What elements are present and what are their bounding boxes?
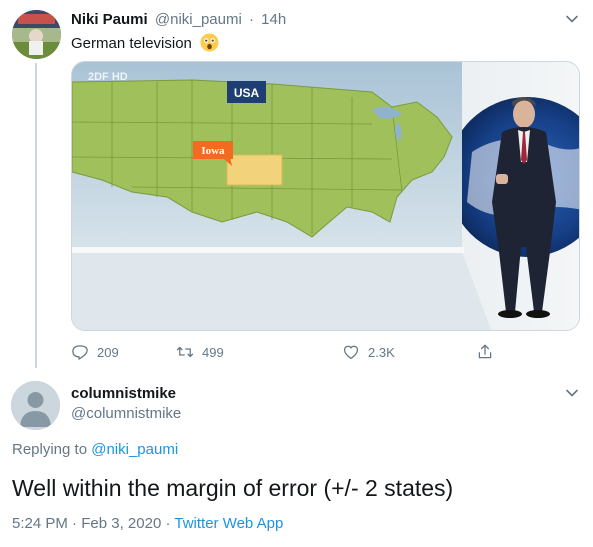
tweet-date[interactable]: Feb 3, 2020 xyxy=(81,515,161,532)
tweet-time[interactable]: 5:24 PM xyxy=(12,515,68,532)
tweet-text-content: German television xyxy=(71,35,192,52)
avatar-photo xyxy=(12,10,61,59)
tweet-metadata: 5:24 PM · Feb 3, 2020 · Twitter Web App xyxy=(12,515,283,532)
heart-icon xyxy=(343,345,359,360)
chevron-down-icon[interactable] xyxy=(565,386,579,400)
map-title: USA xyxy=(227,81,266,103)
like-count: 2.3K xyxy=(368,344,395,360)
avatar[interactable] xyxy=(12,10,61,59)
reply-icon xyxy=(72,345,88,360)
reply-text: Well within the margin of error (+/- 2 s… xyxy=(12,475,454,501)
share-button[interactable] xyxy=(476,342,502,362)
replying-to: Replying to @niki_paumi xyxy=(12,441,178,458)
chevron-down-icon[interactable] xyxy=(565,12,579,26)
tweet-text: German television xyxy=(71,33,219,54)
separator: · xyxy=(72,515,78,532)
tweet-header: Niki Paumi @niki_paumi · 14h xyxy=(71,11,286,28)
tweet-age[interactable]: 14h xyxy=(261,11,286,28)
avatar[interactable] xyxy=(11,381,60,430)
reply-count: 209 xyxy=(97,344,119,360)
author-handle[interactable]: @niki_paumi xyxy=(155,11,242,28)
svg-text:2DF HD: 2DF HD xyxy=(88,71,128,83)
tweet-media[interactable]: Iowa USA 2DF HD xyxy=(71,61,580,331)
replying-handle-link[interactable]: @niki_paumi xyxy=(91,441,178,458)
separator: · xyxy=(165,515,171,532)
svg-text:Iowa: Iowa xyxy=(201,145,225,157)
retweet-button[interactable]: 499 xyxy=(176,342,224,362)
svg-text:USA: USA xyxy=(234,86,260,100)
tweet-actions: 209 499 2.3K xyxy=(71,342,501,362)
retweet-count: 499 xyxy=(202,344,224,360)
like-button[interactable]: 2.3K xyxy=(342,342,395,362)
retweet-icon xyxy=(176,346,194,358)
source-app-link[interactable]: Twitter Web App xyxy=(174,515,283,532)
author-name[interactable]: Niki Paumi xyxy=(71,11,148,28)
thread-line xyxy=(35,63,37,368)
astonished-face-icon xyxy=(200,33,219,52)
separator: · xyxy=(248,11,254,28)
tweet[interactable]: Niki Paumi @niki_paumi · 14h German tele… xyxy=(0,0,593,372)
share-icon xyxy=(478,344,492,359)
default-avatar-icon xyxy=(11,381,60,430)
author-handle[interactable]: @columnistmike xyxy=(71,405,181,422)
reply-button[interactable]: 209 xyxy=(71,342,119,362)
author-name[interactable]: columnistmike xyxy=(71,385,176,402)
tv-broadcast-image: Iowa USA 2DF HD xyxy=(72,62,579,330)
channel-logo: 2DF HD xyxy=(88,71,128,83)
replying-prefix: Replying to xyxy=(12,441,92,458)
